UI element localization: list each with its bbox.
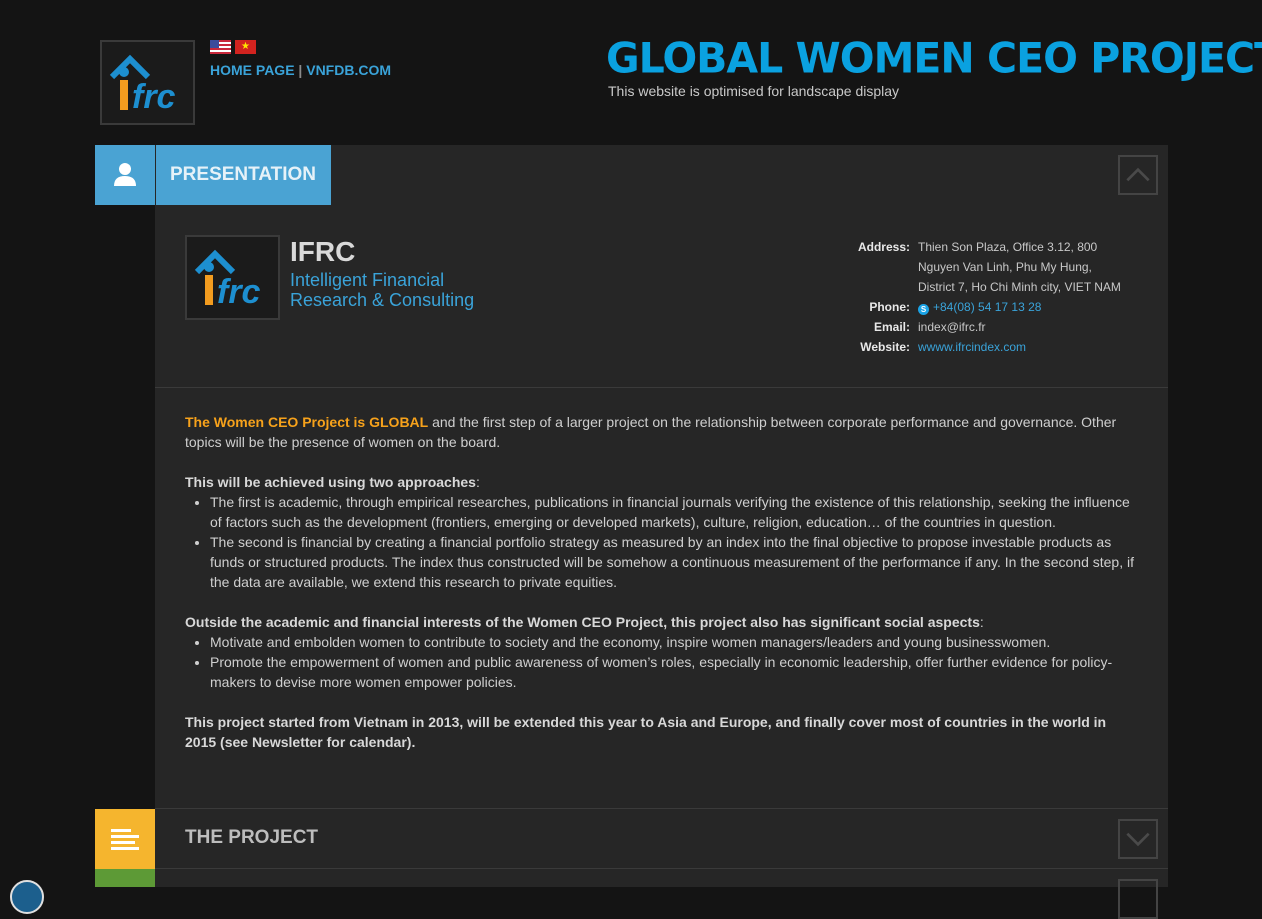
svg-text:frc: frc [132, 78, 176, 116]
ifrc-logo-icon: frc [109, 54, 176, 116]
social-title: Outside the academic and financial inter… [185, 614, 980, 630]
expand-next-button[interactable] [1118, 879, 1158, 919]
intro-paragraph: The Women CEO Project is GLOBAL and the … [185, 412, 1140, 452]
social-colon: : [979, 614, 984, 630]
website-link[interactable]: wwww.ifrcindex.com [918, 340, 1026, 354]
list-item: The first is academic, through empirical… [210, 492, 1140, 532]
ifrc-company-logo: frc [185, 235, 280, 320]
project-tab-icon[interactable] [95, 809, 155, 869]
site-title: GLOBAL WOMEN CEO PROJECT [606, 33, 1262, 83]
address-value: Thien Son Plaza, Office 3.12, 800 Nguyen… [918, 237, 1128, 297]
home-page-link[interactable]: HOME PAGE [210, 62, 295, 78]
chevron-up-icon [1126, 167, 1150, 182]
approaches-colon: : [475, 474, 480, 490]
company-subtitle-line2: Research & Consulting [290, 290, 475, 310]
section-divider [155, 868, 1168, 869]
presentation-tab-icon[interactable] [95, 145, 155, 205]
expand-project-button[interactable] [1118, 819, 1158, 859]
list-item: The second is financial by creating a fi… [210, 532, 1140, 592]
collapse-presentation-button[interactable] [1118, 155, 1158, 195]
approaches-list: The first is academic, through empirical… [185, 492, 1140, 592]
chevron-down-icon [1126, 832, 1150, 847]
skype-icon: S [918, 304, 929, 315]
header-links: HOME PAGE | VNFDB.COM [210, 62, 391, 78]
presentation-tab[interactable]: PRESENTATION [156, 145, 331, 205]
phone-link[interactable]: +84(08) 54 17 13 28 [933, 300, 1041, 314]
address-label: Address: [857, 240, 910, 254]
list-item: Promote the empowerment of women and pub… [210, 652, 1140, 692]
list-item: Motivate and embolden women to contribut… [210, 632, 1140, 652]
user-icon [114, 163, 136, 186]
company-subtitle-line1: Intelligent Financial [290, 270, 445, 290]
phone-label: Phone: [869, 300, 910, 314]
presentation-content: The Women CEO Project is GLOBAL and the … [185, 412, 1140, 752]
address-line: District 7, Ho Chi Minh city, VIET NAM [918, 280, 1121, 294]
section-divider [155, 808, 1168, 809]
list-icon [111, 829, 139, 850]
email-value: index@ifrc.fr [918, 320, 986, 334]
address-line: Thien Son Plaza, Office 3.12, 800 [918, 240, 1098, 254]
vn-flag-icon[interactable] [235, 40, 256, 54]
closing-paragraph: This project started from Vietnam in 201… [185, 714, 1107, 750]
ifrc-logo-icon: frc [194, 249, 261, 311]
language-flags [210, 40, 256, 54]
link-separator: | [298, 62, 303, 78]
section-divider [155, 387, 1168, 388]
approaches-title: This will be achieved using two approach… [185, 474, 476, 490]
intro-highlight: The Women CEO Project is GLOBAL [185, 414, 429, 430]
website-label: Website: [860, 340, 910, 354]
approaches-heading: This will be achieved using two approach… [185, 472, 1140, 492]
project-tab[interactable]: THE PROJECT [185, 827, 318, 849]
ifrc-logo[interactable]: frc [100, 40, 195, 125]
address-line: Nguyen Van Linh, Phu My Hung, [918, 260, 1092, 274]
us-flag-icon[interactable] [210, 40, 231, 54]
social-list: Motivate and embolden women to contribut… [185, 632, 1140, 692]
company-subtitle: Intelligent Financial Research & Consult… [290, 270, 474, 310]
vnfdb-link[interactable]: VNFDB.COM [306, 62, 391, 78]
next-section-tab-icon[interactable] [95, 869, 155, 887]
contact-info: Address: Thien Son Plaza, Office 3.12, 8… [830, 237, 1128, 357]
site-subtitle: This website is optimised for landscape … [608, 83, 900, 99]
svg-text:frc: frc [217, 273, 261, 311]
company-name: IFRC [290, 236, 356, 267]
floating-chat-icon[interactable] [10, 880, 44, 914]
social-heading: Outside the academic and financial inter… [185, 612, 1140, 632]
email-label: Email: [873, 320, 910, 334]
